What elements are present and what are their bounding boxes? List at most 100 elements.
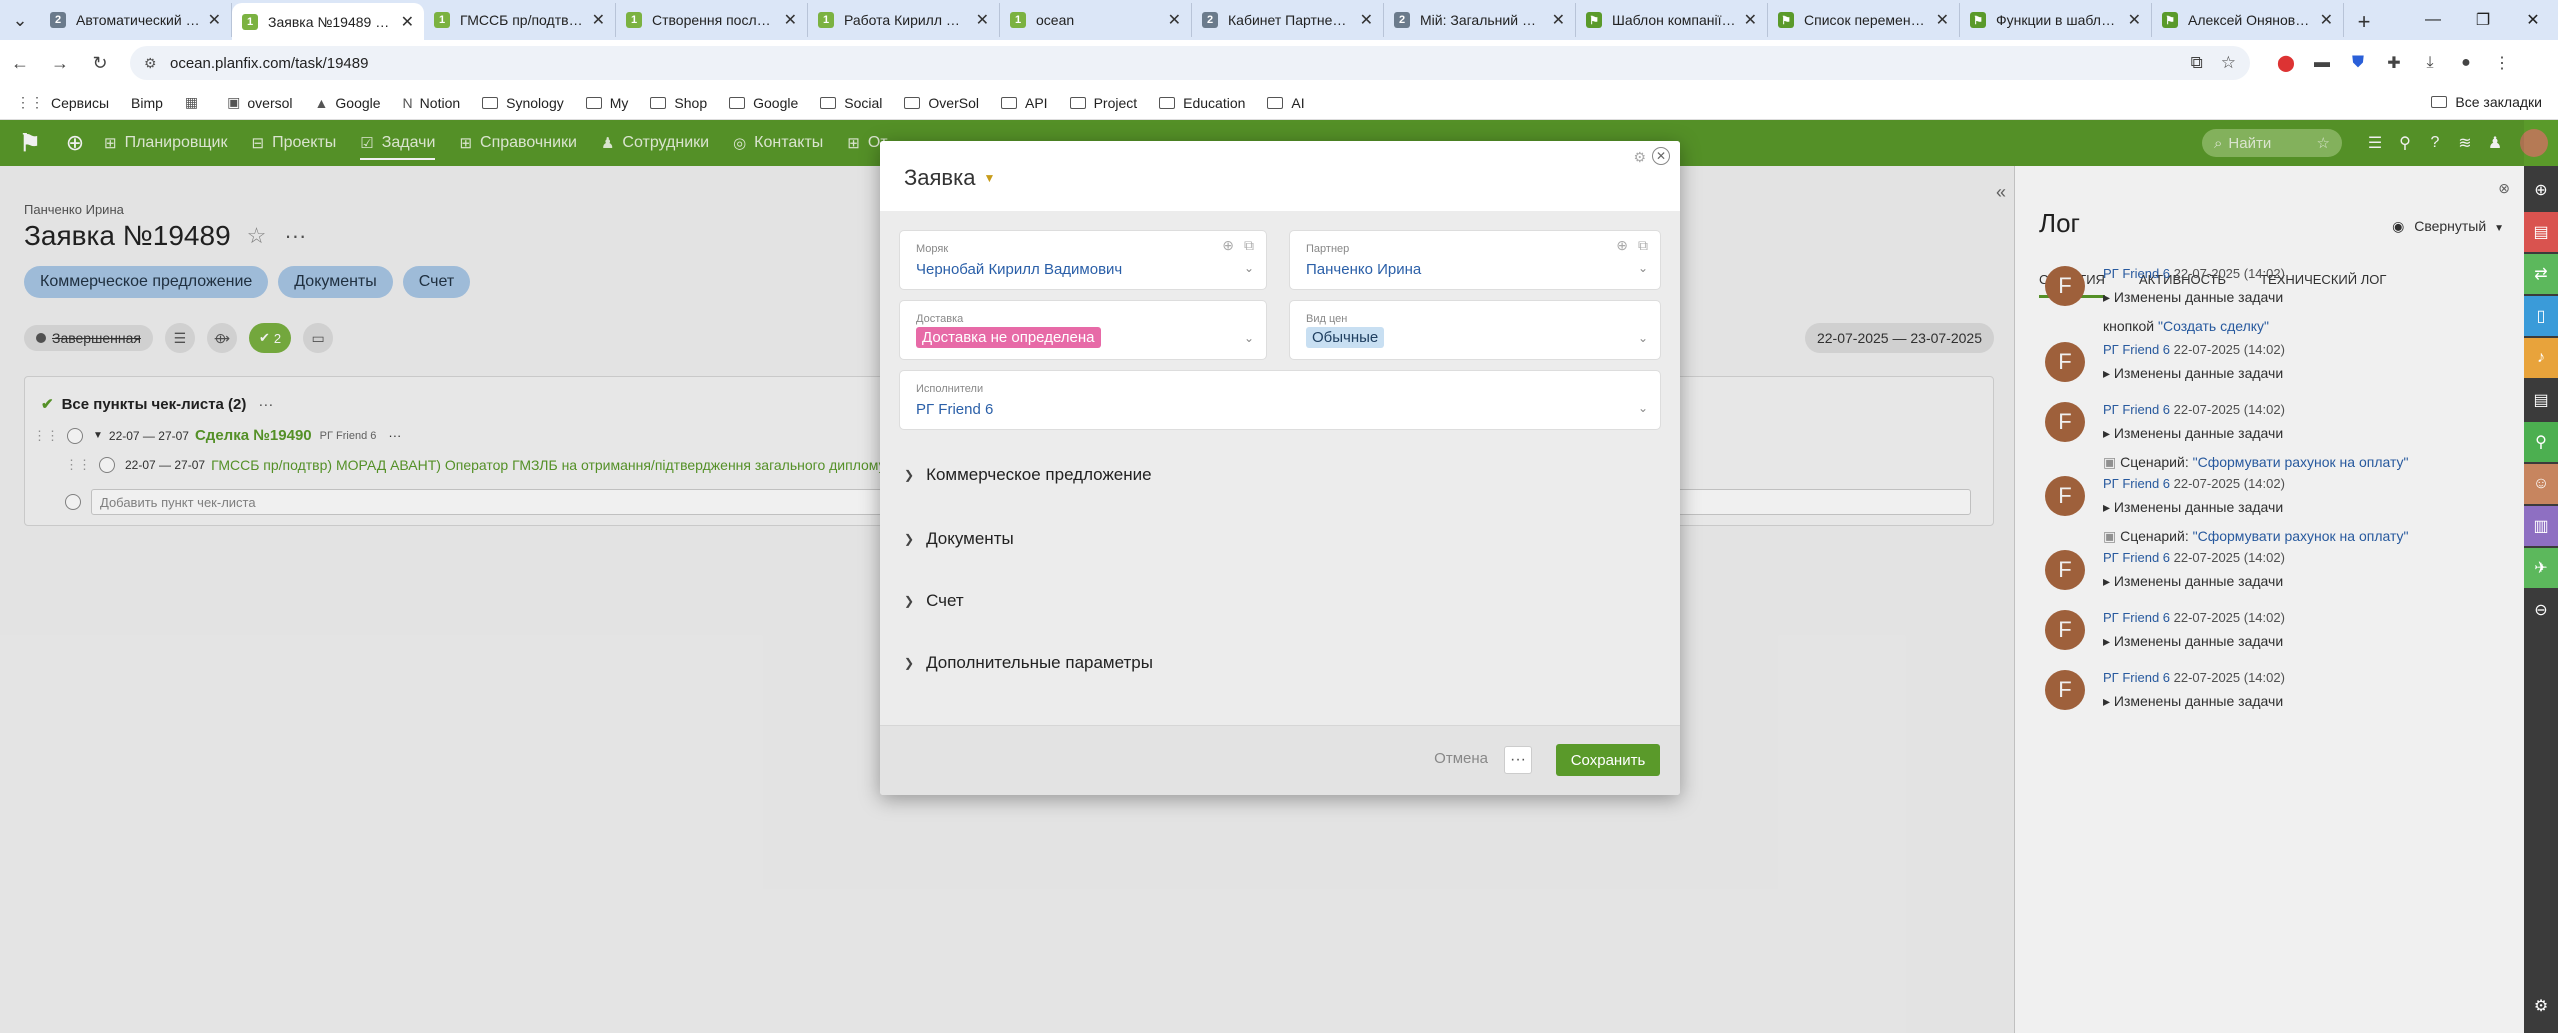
delivery-field[interactable]: Доставка Доставка не определена ⌄ — [900, 301, 1266, 359]
bookmark-item[interactable]: Google — [729, 95, 798, 111]
browser-tab[interactable]: 1 ГМССБ пр/подтвр) М ✕ — [424, 3, 616, 37]
tab-close-icon[interactable]: ✕ — [1168, 10, 1181, 30]
browser-tab[interactable]: 2 Автоматический сце ✕ — [40, 3, 232, 37]
collapsible-section[interactable]: ❯ Дополнительные параметры — [904, 653, 1153, 673]
browser-tab[interactable]: ⚑ Шаблон компанії / Ко ✕ — [1576, 3, 1768, 37]
tab-close-icon[interactable]: ✕ — [208, 10, 221, 30]
settings-gear-icon[interactable]: ⚙ — [1633, 149, 1646, 166]
bookmark-item[interactable]: Social — [820, 95, 882, 111]
reload-button[interactable]: ↻ — [80, 43, 120, 83]
seaman-field[interactable]: Моряк Чернобай Кирилл Вадимович ⊕ ⧉ ⌄ — [900, 231, 1266, 289]
profile-avatar-icon[interactable]: ● — [2448, 48, 2484, 78]
browser-tab[interactable]: ⚑ Список переменных ✕ — [1768, 3, 1960, 37]
chevron-down-icon[interactable]: ⌄ — [1244, 331, 1254, 345]
collapsible-section[interactable]: ❯ Коммерческое предложение — [904, 465, 1152, 485]
inbox-icon[interactable]: ▤ — [2524, 212, 2558, 252]
browser-tab[interactable]: 2 Кабинет Партнера / с ✕ — [1192, 3, 1384, 37]
browser-menu-icon[interactable]: ⋮ — [2484, 48, 2520, 78]
add-circle-icon[interactable]: ⊕ — [1222, 237, 1234, 254]
chevron-down-icon[interactable]: ⌄ — [1638, 261, 1648, 275]
bookmark-item[interactable]: AI — [1267, 95, 1305, 111]
bookmark-label: Project — [1093, 94, 1138, 111]
all-bookmarks[interactable]: Все закладки — [2431, 94, 2542, 110]
downloads-icon[interactable]: ⤓ — [2412, 48, 2448, 78]
new-tab-button[interactable]: + — [2344, 4, 2384, 40]
chevron-down-icon[interactable]: ⌄ — [1244, 261, 1254, 275]
chevron-down-icon[interactable]: ⌄ — [1638, 331, 1648, 345]
bookmark-item[interactable]: Synology — [482, 95, 564, 111]
bookmark-item[interactable]: ▣ oversol — [227, 94, 292, 111]
close-icon[interactable]: ✕ — [1652, 147, 1670, 165]
shield-icon[interactable]: ⛊ — [2340, 48, 2376, 78]
bookmark-item[interactable]: ▦ — [185, 94, 205, 111]
tab-close-icon[interactable]: ✕ — [2320, 10, 2333, 30]
bookmark-item[interactable]: Shop — [650, 95, 707, 111]
tab-close-icon[interactable]: ✕ — [1552, 10, 1565, 30]
close-window-button[interactable]: ✕ — [2508, 0, 2558, 40]
bookmark-item[interactable]: ▲ Google — [315, 95, 381, 111]
collapsible-section[interactable]: ❯ Документы — [904, 529, 1014, 549]
modal-title[interactable]: Заявка ▼ — [904, 165, 995, 191]
minus-circle-icon[interactable]: ⊖ — [2524, 590, 2558, 630]
tab-close-icon[interactable]: ✕ — [976, 10, 989, 30]
bookmark-item[interactable]: API — [1000, 95, 1048, 111]
browser-tab[interactable]: 1 Заявка №19489 / Пан ✕ — [232, 3, 424, 40]
cancel-button[interactable]: Отмена — [1434, 750, 1488, 767]
browser-tab[interactable]: ⚑ Алексей Онянов / Со ✕ — [2152, 3, 2344, 37]
site-info-icon[interactable]: ⚙ — [144, 55, 160, 71]
bookmark-item[interactable]: Project — [1069, 94, 1138, 111]
report-icon[interactable]: ▥ — [2524, 506, 2558, 546]
key-icon[interactable]: ⚲ — [2524, 422, 2558, 462]
more-button[interactable]: ··· — [1504, 746, 1532, 774]
url-input[interactable]: ⚙ ocean.planfix.com/task/19489 ⧉ ☆ — [130, 46, 2250, 80]
tab-close-icon[interactable]: ✕ — [1360, 10, 1373, 30]
document-icon[interactable]: ▯ — [2524, 296, 2558, 336]
back-button[interactable]: ← — [0, 43, 40, 83]
executors-field[interactable]: Исполнители РГ Friend 6 ⌄ — [900, 371, 1660, 429]
bookmark-item[interactable]: OverSol — [904, 95, 979, 111]
minimize-button[interactable]: — — [2408, 0, 2458, 40]
bookmark-item[interactable]: Bimp — [131, 95, 163, 111]
partner-field[interactable]: Партнер Панченко Ирина ⊕ ⧉ ⌄ — [1290, 231, 1660, 289]
add-circle-icon[interactable]: ⊕ — [1616, 237, 1628, 254]
chevron-down-icon[interactable]: ⌄ — [1638, 401, 1648, 415]
tab-search-button[interactable]: ⌄ — [0, 0, 40, 40]
external-link-icon[interactable]: ⧉ — [1638, 237, 1648, 254]
tab-close-icon[interactable]: ✕ — [1744, 10, 1757, 30]
bell-icon[interactable]: ♪ — [2524, 338, 2558, 378]
price-type-field[interactable]: Вид цен Обычные ⌄ — [1290, 301, 1660, 359]
maximize-button[interactable]: ❐ — [2458, 0, 2508, 40]
external-link-icon[interactable]: ⧉ — [1244, 237, 1254, 254]
clipboard-icon[interactable]: ▤ — [2524, 380, 2558, 420]
bookmark-item[interactable]: Education — [1159, 95, 1245, 111]
extensions-puzzle-icon[interactable]: ✚ — [2376, 48, 2412, 78]
avatar[interactable] — [2520, 129, 2548, 157]
bookmark-star-icon[interactable]: ☆ — [2221, 53, 2236, 73]
settings-gear-icon[interactable]: ⚙ — [2524, 986, 2558, 1026]
contact-icon[interactable]: ☺ — [2524, 464, 2558, 504]
tab-close-icon[interactable]: ✕ — [2128, 10, 2141, 30]
browser-tab[interactable]: 1 Створення послуги ✕ — [616, 3, 808, 37]
browser-tab[interactable]: 1 Работа Кирилл Алекс ✕ — [808, 3, 1000, 37]
section-title: Коммерческое предложение — [926, 465, 1152, 484]
bookmark-item[interactable]: ⋮⋮ Сервисы — [16, 94, 109, 111]
send-icon[interactable]: ✈ — [2524, 548, 2558, 588]
bookmark-item[interactable]: N Notion — [403, 95, 461, 111]
flow-icon[interactable]: ⇄ — [2524, 254, 2558, 294]
tab-close-icon[interactable]: ✕ — [784, 10, 797, 30]
forward-button[interactable]: → — [40, 43, 80, 83]
collapsible-section[interactable]: ❯ Счет — [904, 591, 964, 611]
chevron-right-icon: ❯ — [904, 656, 915, 670]
install-app-icon[interactable]: ⧉ — [2191, 53, 2203, 73]
tab-close-icon[interactable]: ✕ — [592, 10, 605, 30]
extension-icon[interactable]: ▬ — [2304, 48, 2340, 78]
adblock-icon[interactable]: ⬤ — [2268, 48, 2304, 78]
bookmark-item[interactable]: My — [585, 95, 628, 111]
save-button[interactable]: Сохранить — [1556, 744, 1660, 776]
browser-tab[interactable]: ⚑ Функции в шаблонах ✕ — [1960, 3, 2152, 37]
tab-close-icon[interactable]: ✕ — [401, 12, 414, 32]
layout-icon[interactable]: ⊕ — [2524, 170, 2558, 210]
tab-close-icon[interactable]: ✕ — [1936, 10, 1949, 30]
browser-tab[interactable]: 2 Мій: Загальний розр ✕ — [1384, 3, 1576, 37]
browser-tab[interactable]: 1 ocean ✕ — [1000, 3, 1192, 37]
